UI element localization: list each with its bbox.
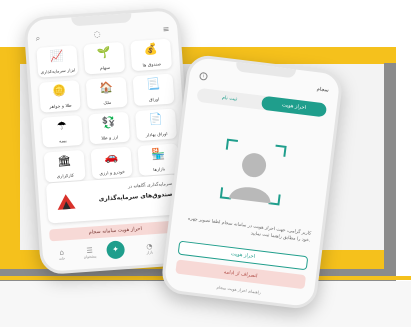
service-tile[interactable]: 🚗 خودرو و ارزی — [90, 146, 133, 180]
service-grid: 📈 ابزار سرمایه‌گذاری 🌱 سهام 💰 صندوق ها 🪙 طلا و … — [36, 38, 180, 183]
tab-label: پیشخوان — [83, 254, 97, 260]
phone-identity-screen: i سجام احراز هویت ثبت نام کاربر گرامی، ج… — [159, 53, 345, 311]
service-tile[interactable]: ☂ بیمه — [41, 114, 84, 148]
instruction-text: کاربر گرامی، جهت احراز هویت در سامانه سج… — [187, 216, 312, 244]
tab-label: بازار — [146, 250, 154, 255]
service-tile-label: ملک — [103, 100, 112, 107]
service-tile[interactable]: 📄 اوراق بهادار — [134, 108, 177, 142]
service-tile[interactable]: 💰 صندوق ها — [130, 38, 173, 72]
car-icon: 🚗 — [103, 150, 119, 165]
chart-icon: 📈 — [49, 49, 65, 63]
tab-register[interactable]: ثبت نام — [196, 88, 262, 110]
tab-item[interactable]: ⌂ خانه — [50, 248, 73, 262]
plant-icon: 🌱 — [96, 45, 112, 60]
umbrella-icon: ☂ — [56, 118, 68, 133]
service-tile[interactable]: 📈 ابزار سرمایه‌گذاری — [36, 45, 79, 78]
promo-title: صندوق‌های سرمایه‌گذاری — [98, 190, 174, 203]
sejam-logo-icon — [57, 194, 76, 210]
face-scan-icon — [219, 138, 287, 206]
service-tile-label: اوراق — [148, 97, 160, 104]
service-tile[interactable]: 🪙 طلا و جواهر — [38, 80, 81, 113]
currency-icon: 💱 — [101, 115, 116, 130]
info-icon[interactable]: i — [199, 71, 208, 81]
store-icon: 🏪 — [150, 147, 166, 162]
service-tile[interactable]: 🏛 کارگزاری — [43, 149, 86, 183]
brand-label: سجام — [316, 86, 330, 94]
service-tile-label: ارز و طلا — [101, 135, 119, 142]
tab-item[interactable]: ◔ بازار — [138, 242, 161, 256]
menu-icon[interactable]: ≡ — [162, 25, 169, 34]
service-tile-label: بیمه — [58, 139, 67, 145]
tab-identity[interactable]: احراز هویت — [260, 95, 328, 118]
service-tile-label: صندوق ها — [142, 62, 162, 69]
service-tile-label: بازارها — [153, 167, 166, 174]
house-icon: 🏠 — [98, 80, 114, 95]
service-tile-label: کارگزاری — [56, 173, 75, 180]
service-tile-label: اوراق بهادار — [145, 131, 168, 139]
bell-icon[interactable]: ◌ — [93, 29, 101, 38]
promo-card[interactable]: سرمایه‌گذاری آگاهانه در صندوق‌های سرمایه… — [45, 174, 181, 224]
service-tile-label: خودرو و ارزی — [99, 170, 126, 177]
building-icon: 🏛 — [56, 153, 72, 168]
bond-icon: 📃 — [145, 77, 161, 92]
document-icon: 📄 — [148, 112, 163, 127]
service-tile-label: ابزار سرمایه‌گذاری — [40, 68, 76, 76]
service-tile-label: طلا و جواهر — [49, 103, 72, 111]
phone-notch — [71, 13, 132, 27]
service-tile[interactable]: 📃 اوراق — [132, 73, 175, 107]
service-tile[interactable]: 🏪 بازارها — [137, 143, 180, 177]
gold-icon: 🪙 — [52, 83, 67, 98]
phone-notch — [235, 62, 297, 79]
service-tile-label: سهام — [99, 65, 111, 72]
service-tile[interactable]: 🏠 ملک — [85, 76, 128, 110]
tab-item[interactable]: ☰ پیشخوان — [78, 246, 101, 260]
search-icon[interactable]: ⌕ — [35, 34, 40, 44]
tab-label: خانه — [58, 256, 66, 261]
center-icon[interactable]: ✦ — [106, 240, 126, 260]
identity-banner[interactable]: احراز هویت سامانه سجام — [49, 220, 182, 242]
service-tile[interactable]: 💱 ارز و طلا — [88, 111, 131, 145]
money-bag-icon: 💰 — [143, 42, 158, 57]
service-tile[interactable]: 🌱 سهام — [83, 41, 126, 75]
background-shadow-right — [384, 63, 396, 281]
